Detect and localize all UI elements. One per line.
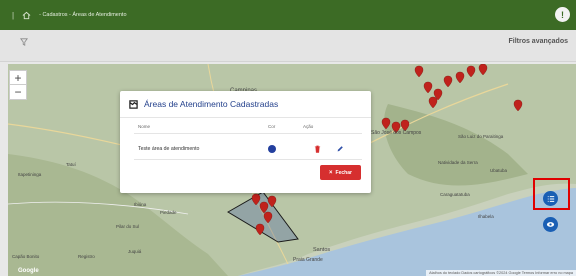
area-color-swatch bbox=[268, 145, 276, 153]
modal-header: Áreas de Atendimento Cadastradas bbox=[120, 91, 371, 118]
label-juquia: Juquiá bbox=[128, 249, 142, 254]
label-tatui: Tatuí bbox=[66, 162, 76, 167]
label-ubatuba: Ubatuba bbox=[490, 168, 508, 173]
eye-icon bbox=[546, 222, 555, 227]
label-capao: Capão Bonito bbox=[12, 254, 40, 259]
page-title: - Cadastros - Áreas de Atendimento bbox=[39, 12, 127, 18]
column-header-action: Ação bbox=[303, 124, 314, 129]
area-name: Teste área de atendimento bbox=[138, 146, 200, 152]
label-piedade: Piedade bbox=[160, 210, 177, 215]
header-divider bbox=[134, 133, 362, 134]
label-ibiuna: Ibiúna bbox=[134, 202, 147, 207]
zoom-out-button[interactable]: − bbox=[9, 84, 27, 100]
home-icon[interactable] bbox=[22, 11, 31, 20]
close-button-label: Fechar bbox=[335, 169, 352, 176]
filter-bar: Filtros avançados bbox=[0, 30, 576, 62]
toggle-visibility-button[interactable] bbox=[543, 217, 558, 232]
label-sjc: São José dos Campos bbox=[371, 130, 422, 136]
close-button[interactable]: × Fechar bbox=[320, 165, 361, 180]
info-icon[interactable]: ! bbox=[555, 7, 570, 22]
label-natividade: Natividade da Serra bbox=[438, 160, 478, 165]
google-logo: Google bbox=[18, 268, 39, 274]
top-bar: | - Cadastros - Áreas de Atendimento ! bbox=[0, 0, 576, 30]
breadcrumb-separator: | bbox=[12, 10, 15, 20]
label-pilar: Pilar do Sul bbox=[116, 224, 140, 229]
label-praia-grande: Praia Grande bbox=[293, 257, 323, 263]
label-itapetininga: Itapetininga bbox=[18, 172, 42, 177]
label-caragua: Caraguatatuba bbox=[440, 192, 470, 197]
funnel-icon[interactable] bbox=[20, 38, 28, 46]
modal-title: Áreas de Atendimento Cadastradas bbox=[144, 99, 279, 109]
list-areas-button[interactable] bbox=[543, 191, 558, 206]
label-santos: Santos bbox=[313, 247, 331, 253]
list-icon bbox=[547, 195, 554, 202]
modal-map-icon bbox=[129, 99, 138, 109]
trash-icon[interactable] bbox=[314, 145, 321, 153]
label-registro: Registro bbox=[78, 254, 95, 259]
column-header-color: Cor bbox=[268, 124, 276, 129]
close-icon: × bbox=[329, 169, 333, 176]
edit-icon[interactable] bbox=[336, 145, 344, 153]
row-divider bbox=[134, 159, 362, 160]
map-attribution[interactable]: Atalhos do teclado Dados cartográficos ©… bbox=[426, 270, 576, 276]
label-saoluiz: São Luiz do Paraitinga bbox=[458, 134, 504, 139]
advanced-filters-link[interactable]: Filtros avançados bbox=[508, 38, 568, 45]
column-header-name: Nome bbox=[138, 124, 151, 129]
label-ilhabela: Ilhabela bbox=[478, 214, 494, 219]
areas-modal: Áreas de Atendimento Cadastradas Nome Co… bbox=[120, 91, 371, 193]
